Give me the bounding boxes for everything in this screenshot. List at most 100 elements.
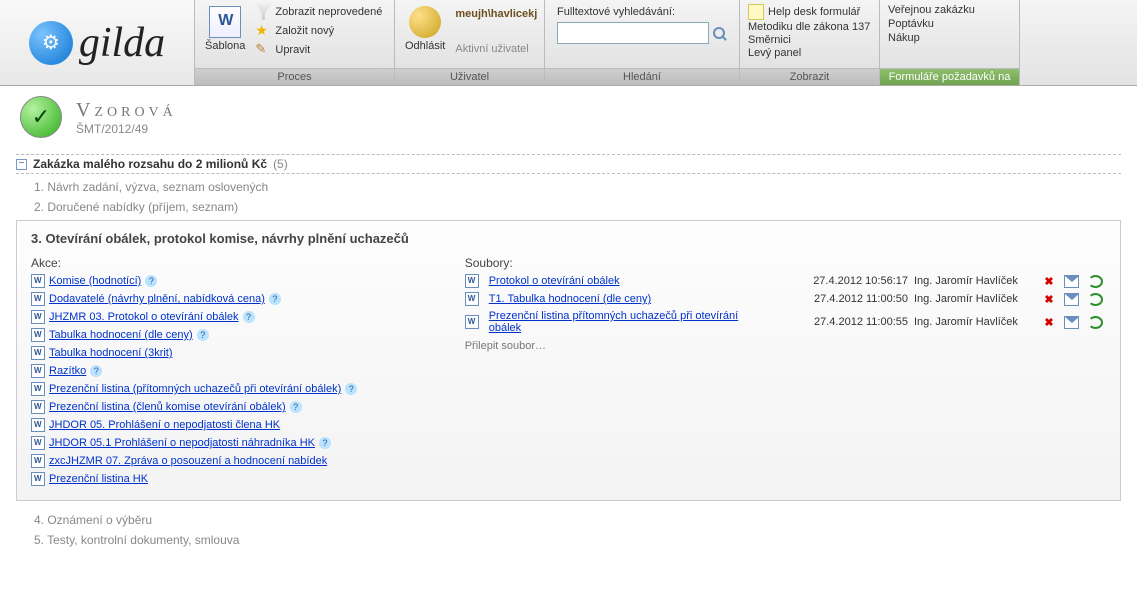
step-group-header[interactable]: − Zakázka malého rozsahu do 2 milionů Kč… (16, 154, 1121, 174)
word-icon (31, 328, 45, 342)
action-link[interactable]: Prezenční listina HK (49, 473, 148, 485)
group-label: Zobrazit (740, 68, 879, 85)
action-link[interactable]: Komise (hodnotící) (49, 275, 141, 287)
help-icon[interactable]: ? (290, 401, 302, 413)
note-icon (748, 4, 764, 20)
action-link[interactable]: JHDOR 05. Prohlášení o nepodjatosti člen… (49, 419, 280, 431)
ribbon-group-requests: Veřejnou zakázku Poptávku Nákup Formulář… (880, 0, 1020, 85)
attach-file-link[interactable]: Přilepit soubor… (465, 340, 1106, 352)
action-link[interactable]: JHDOR 05.1 Prohlášení o nepodjatosti náh… (49, 437, 315, 449)
word-icon (31, 310, 45, 324)
refresh-icon[interactable] (1088, 293, 1103, 306)
action-item: JHDOR 05. Prohlášení o nepodjatosti člen… (31, 418, 445, 432)
page-title: Vzorová (76, 99, 177, 122)
helpdesk-link[interactable]: Help desk formulář (748, 4, 870, 20)
action-link[interactable]: JHZMR 03. Protokol o otevírání obálek (49, 311, 239, 323)
group-label: Hledání (545, 68, 739, 85)
action-item: Prezenční listina (přítomných uchazečů p… (31, 382, 445, 396)
group-label: Uživatel (395, 68, 544, 85)
file-user: Ing. Jaromír Havlíček (914, 293, 1034, 305)
methodology-link[interactable]: Metodiku dle zákona 137 (748, 21, 870, 33)
new-button[interactable]: ★ Založit nový (255, 23, 382, 39)
page-header: ✓ Vzorová ŠMT/2012/49 (0, 86, 1137, 144)
step-3-panel: 3. Otevírání obálek, protokol komise, ná… (16, 220, 1121, 501)
action-link[interactable]: Tabulka hodnocení (3krit) (49, 347, 173, 359)
active-user-label: Aktivní uživatel (455, 43, 537, 55)
help-icon[interactable]: ? (145, 275, 157, 287)
public-tender-link[interactable]: Veřejnou zakázku (888, 4, 975, 16)
search-label: Fulltextové vyhledávání: (557, 6, 675, 18)
action-link[interactable]: zxcJHZMR 07. Zpráva o posouzení a hodnoc… (49, 455, 327, 467)
word-icon (465, 274, 479, 288)
purchase-link[interactable]: Nákup (888, 32, 975, 44)
mail-icon[interactable] (1064, 275, 1079, 288)
file-user: Ing. Jaromír Havlíček (914, 316, 1034, 328)
word-icon (31, 472, 45, 486)
action-item: JHZMR 03. Protokol o otevírání obálek? (31, 310, 445, 324)
page-subtitle: ŠMT/2012/49 (76, 122, 177, 136)
action-item: Tabulka hodnocení (3krit) (31, 346, 445, 360)
help-icon[interactable]: ? (197, 329, 209, 341)
file-row: Protokol o otevírání obálek 27.4.2012 10:… (465, 274, 1106, 288)
show-unexecuted-button[interactable]: Zobrazit neprovedené (255, 4, 382, 20)
mail-icon[interactable] (1064, 316, 1079, 329)
refresh-icon[interactable] (1088, 316, 1103, 329)
step-2[interactable]: 2. Doručené nabídky (příjem, seznam) (34, 200, 1121, 214)
search-icon[interactable] (713, 27, 725, 39)
word-icon (465, 315, 479, 329)
delete-icon[interactable]: ✖ (1040, 293, 1058, 306)
action-link[interactable]: Tabulka hodnocení (dle ceny) (49, 329, 193, 341)
action-link[interactable]: Dodavatelé (návrhy plnění, nabídková cen… (49, 293, 265, 305)
steps-container: − Zakázka malého rozsahu do 2 milionů Kč… (0, 144, 1137, 571)
inquiry-link[interactable]: Poptávku (888, 18, 975, 30)
group-label: Formuláře požadavků na (880, 68, 1019, 85)
group-label: Proces (195, 68, 394, 85)
refresh-icon[interactable] (1088, 275, 1103, 288)
file-time: 27.4.2012 10:56:17 (758, 275, 908, 287)
word-icon (31, 346, 45, 360)
word-icon (31, 274, 45, 288)
action-link[interactable]: Prezenční listina (přítomných uchazečů p… (49, 383, 341, 395)
file-row: Prezenční listina přítomných uchazečů př… (465, 310, 1106, 334)
action-link[interactable]: Razítko (49, 365, 86, 377)
filter-icon (255, 4, 271, 20)
check-icon: ✓ (20, 96, 62, 138)
step-3-title: 3. Otevírání obálek, protokol komise, ná… (31, 231, 1106, 246)
file-link[interactable]: Protokol o otevírání obálek (489, 275, 752, 287)
action-link[interactable]: Prezenční listina (členů komise otevírán… (49, 401, 286, 413)
search-input[interactable] (557, 22, 709, 44)
file-time: 27.4.2012 11:00:55 (758, 316, 908, 328)
file-link[interactable]: T1. Tabulka hodnocení (dle ceny) (489, 293, 752, 305)
mail-icon[interactable] (1064, 293, 1079, 306)
file-link[interactable]: Prezenční listina přítomných uchazečů př… (489, 310, 752, 334)
step-4[interactable]: 4. Oznámení o výběru (34, 513, 1121, 527)
step-5[interactable]: 5. Testy, kontrolní dokumenty, smlouva (34, 533, 1121, 547)
word-icon (31, 364, 45, 378)
help-icon[interactable]: ? (90, 365, 102, 377)
word-icon (31, 418, 45, 432)
logout-button[interactable]: Odhlásit (399, 2, 451, 68)
step-1[interactable]: 1. Návrh zadání, výzva, seznam oslovenýc… (34, 180, 1121, 194)
directive-link[interactable]: Směrnici (748, 34, 870, 46)
logo: ⚙ gilda (0, 0, 195, 85)
delete-icon[interactable]: ✖ (1040, 316, 1058, 329)
ribbon-group-show: Help desk formulář Metodiku dle zákona 1… (740, 0, 880, 85)
left-panel-link[interactable]: Levý panel (748, 47, 870, 59)
help-icon[interactable]: ? (319, 437, 331, 449)
help-icon[interactable]: ? (345, 383, 357, 395)
action-item: Razítko? (31, 364, 445, 378)
gear-icon: ⚙ (29, 21, 73, 65)
edit-button[interactable]: ✎ Upravit (255, 42, 382, 58)
help-icon[interactable]: ? (269, 293, 281, 305)
username-label: meujh\havlicekj (455, 8, 537, 20)
collapse-icon[interactable]: − (16, 159, 27, 170)
help-icon[interactable]: ? (243, 311, 255, 323)
ribbon-group-user: Odhlásit meujh\havlicekj Aktivní uživate… (395, 0, 545, 85)
delete-icon[interactable]: ✖ (1040, 275, 1058, 288)
action-item: Tabulka hodnocení (dle ceny)? (31, 328, 445, 342)
template-button[interactable]: Šablona (199, 2, 251, 68)
logo-text: gilda (79, 19, 165, 67)
file-user: Ing. Jaromír Havlíček (914, 275, 1034, 287)
actions-label: Akce: (31, 256, 445, 270)
files-column: Soubory: Protokol o otevírání obálek27.4… (465, 256, 1106, 490)
